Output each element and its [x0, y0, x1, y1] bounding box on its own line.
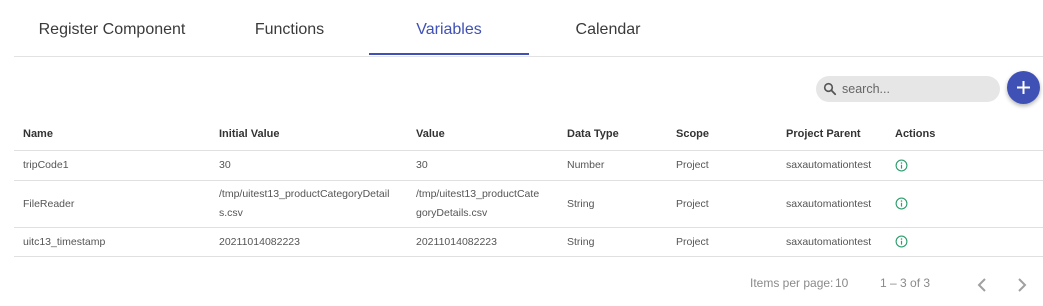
cell-project-parent: saxautomationtest	[777, 180, 886, 228]
tab-variables[interactable]: Variables	[369, 0, 529, 55]
search-icon	[823, 82, 837, 96]
cell-data-type: Number	[558, 150, 667, 181]
column-header-scope[interactable]: Scope	[667, 118, 777, 151]
column-header-actions: Actions	[886, 118, 1043, 151]
cell-name: uitc13_timestamp	[14, 227, 210, 257]
chevron-right-icon[interactable]	[1015, 277, 1029, 293]
cell-value: /tmp/uitest13_productCate goryDetails.cs…	[407, 180, 558, 228]
cell-actions	[886, 227, 1043, 257]
table-header-row: Name Initial Value Value Data Type Scope…	[14, 118, 1043, 151]
cell-value-line: 30	[416, 159, 428, 171]
cell-initial-value: 20211014082223	[210, 227, 407, 257]
add-variable-button[interactable]	[1007, 71, 1040, 104]
cell-scope: Project	[667, 227, 777, 257]
tab-functions[interactable]: Functions	[210, 0, 369, 55]
cell-initial-value-line: s.csv	[219, 207, 243, 219]
table-row[interactable]: uitc13_timestamp 20211014082223 20211014…	[14, 227, 1043, 257]
info-icon[interactable]	[895, 159, 908, 172]
column-header-project-parent[interactable]: Project Parent	[777, 118, 886, 151]
cell-actions	[886, 180, 1043, 228]
tab-bar: Register Component Functions Variables C…	[14, 0, 1043, 57]
column-header-name[interactable]: Name	[14, 118, 210, 151]
cell-name: FileReader	[14, 180, 210, 228]
info-icon[interactable]	[895, 235, 908, 248]
cell-value-line: /tmp/uitest13_productCate	[416, 188, 540, 200]
tab-calendar[interactable]: Calendar	[529, 0, 687, 55]
cell-name: tripCode1	[14, 150, 210, 181]
cell-value: 20211014082223	[407, 227, 558, 257]
column-header-data-type[interactable]: Data Type	[558, 118, 667, 151]
cell-actions	[886, 150, 1043, 181]
cell-scope: Project	[667, 150, 777, 181]
items-per-page-label: Items per page:	[750, 276, 834, 290]
cell-initial-value: 30	[210, 150, 407, 181]
tab-register-component[interactable]: Register Component	[14, 0, 210, 55]
cell-scope: Project	[667, 180, 777, 228]
cell-initial-value-line: /tmp/uitest13_productCategoryDetail	[219, 188, 390, 200]
cell-initial-value: /tmp/uitest13_productCategoryDetail s.cs…	[210, 180, 407, 228]
items-per-page-select[interactable]: 10	[835, 276, 848, 290]
cell-project-parent: saxautomationtest	[777, 227, 886, 257]
plus-icon	[1017, 81, 1030, 94]
info-icon[interactable]	[895, 197, 908, 210]
table-row[interactable]: FileReader /tmp/uitest13_productCategory…	[14, 180, 1043, 228]
cell-project-parent: saxautomationtest	[777, 150, 886, 181]
cell-data-type: String	[558, 227, 667, 257]
cell-initial-value-line: 30	[219, 159, 231, 171]
page-range-label: 1 – 3 of 3	[880, 276, 931, 290]
search-box	[816, 76, 1000, 102]
table-row[interactable]: tripCode1 30 30 Number Project saxautoma…	[14, 150, 1043, 181]
chevron-left-icon[interactable]	[975, 277, 989, 293]
search-input[interactable]	[842, 76, 992, 102]
cell-data-type: String	[558, 180, 667, 228]
cell-value: 30	[407, 150, 558, 181]
column-header-value[interactable]: Value	[407, 118, 558, 151]
column-header-initial-value[interactable]: Initial Value	[210, 118, 407, 151]
cell-value-line: 20211014082223	[416, 235, 497, 248]
variables-table: Name Initial Value Value Data Type Scope…	[14, 118, 1043, 257]
cell-initial-value-line: 20211014082223	[219, 235, 300, 248]
cell-value-line: goryDetails.csv	[416, 207, 488, 219]
